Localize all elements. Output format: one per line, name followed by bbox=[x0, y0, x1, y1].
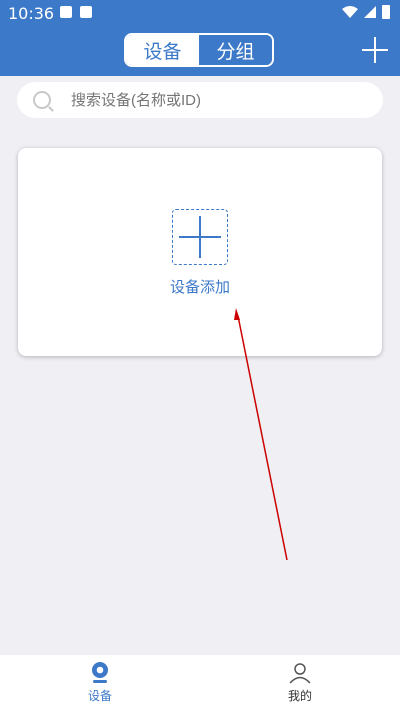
image-notification-icon bbox=[60, 6, 72, 18]
add-icon[interactable] bbox=[362, 37, 388, 63]
add-device-card[interactable]: 设备添加 bbox=[18, 148, 382, 356]
tab-groups[interactable]: 分组 bbox=[199, 35, 272, 65]
wifi-icon bbox=[342, 6, 358, 18]
signal-icon bbox=[364, 6, 376, 18]
nav-devices-label: 设备 bbox=[87, 689, 112, 703]
search-input[interactable] bbox=[69, 82, 373, 120]
bottom-nav: 设备 我的 bbox=[0, 655, 400, 711]
nav-devices[interactable]: 设备 bbox=[0, 661, 200, 711]
camera-icon bbox=[92, 662, 108, 683]
battery-icon bbox=[382, 5, 390, 19]
nav-mine-label: 我的 bbox=[287, 689, 312, 703]
search-bar[interactable] bbox=[17, 82, 383, 120]
status-system-icons bbox=[342, 5, 390, 19]
status-notifications bbox=[60, 6, 92, 18]
user-icon bbox=[289, 663, 311, 684]
nav-mine[interactable]: 我的 bbox=[200, 661, 400, 711]
search-icon bbox=[33, 91, 51, 109]
tab-devices[interactable]: 设备 bbox=[126, 35, 199, 65]
app-notification-icon bbox=[80, 6, 92, 18]
top-header: 10:36 设备 分组 bbox=[0, 0, 400, 76]
status-time: 10:36 bbox=[8, 4, 55, 23]
device-group-switch: 设备 分组 bbox=[124, 33, 274, 67]
add-device-label[interactable]: 设备添加 bbox=[18, 276, 382, 297]
add-device-icon[interactable] bbox=[172, 209, 228, 265]
